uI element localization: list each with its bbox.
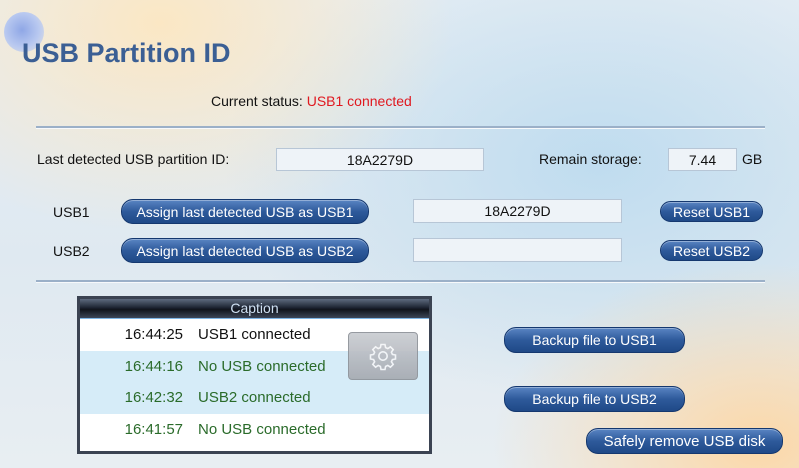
- storage-unit: GB: [742, 151, 763, 167]
- backup-usb1-button[interactable]: Backup file to USB1: [504, 327, 685, 353]
- usb1-id-field: 18A2279D: [413, 199, 622, 223]
- detected-id-label: Last detected USB partition ID:: [37, 151, 230, 167]
- reset-usb1-button[interactable]: Reset USB1: [660, 201, 763, 222]
- log-message: No USB connected: [198, 357, 326, 375]
- assign-usb2-button[interactable]: Assign last detected USB as USB2: [121, 238, 369, 263]
- assign-usb1-button[interactable]: Assign last detected USB as USB1: [121, 199, 369, 224]
- log-message: USB1 connected: [198, 326, 311, 344]
- log-message: No USB connected: [198, 420, 326, 438]
- usb1-label: USB1: [53, 204, 90, 220]
- settings-button[interactable]: [348, 332, 418, 380]
- caption-header: Caption: [80, 299, 429, 319]
- status-label: Current status:: [211, 93, 303, 109]
- caption-panel: Caption 16:44:25 USB1 connected 16:44:16…: [77, 296, 432, 454]
- log-time: 16:44:16: [124, 357, 183, 375]
- log-time: 16:42:32: [124, 389, 183, 407]
- top-divider: [36, 126, 765, 128]
- gear-icon: [369, 343, 397, 371]
- page-title: USB Partition ID: [22, 38, 231, 68]
- log-message: USB2 connected: [198, 389, 311, 407]
- log-row: 16:42:32 USB2 connected: [80, 382, 429, 414]
- safely-remove-button[interactable]: Safely remove USB disk: [586, 428, 783, 454]
- bottom-divider: [36, 280, 765, 282]
- usb2-id-field: [413, 238, 622, 262]
- log-time: 16:44:25: [124, 326, 183, 344]
- remain-storage-label: Remain storage:: [539, 151, 642, 167]
- usb2-label: USB2: [53, 243, 90, 259]
- status-value: USB1 connected: [306, 93, 412, 109]
- remain-storage-field: 7.44: [668, 148, 737, 171]
- current-status: Current status: USB1 connected: [211, 93, 412, 109]
- log-time: 16:41:57: [124, 420, 183, 438]
- backup-usb2-button[interactable]: Backup file to USB2: [504, 386, 685, 412]
- reset-usb2-button[interactable]: Reset USB2: [660, 240, 763, 261]
- detected-id-field: 18A2279D: [276, 148, 484, 171]
- log-row: 16:41:57 No USB connected: [80, 413, 429, 445]
